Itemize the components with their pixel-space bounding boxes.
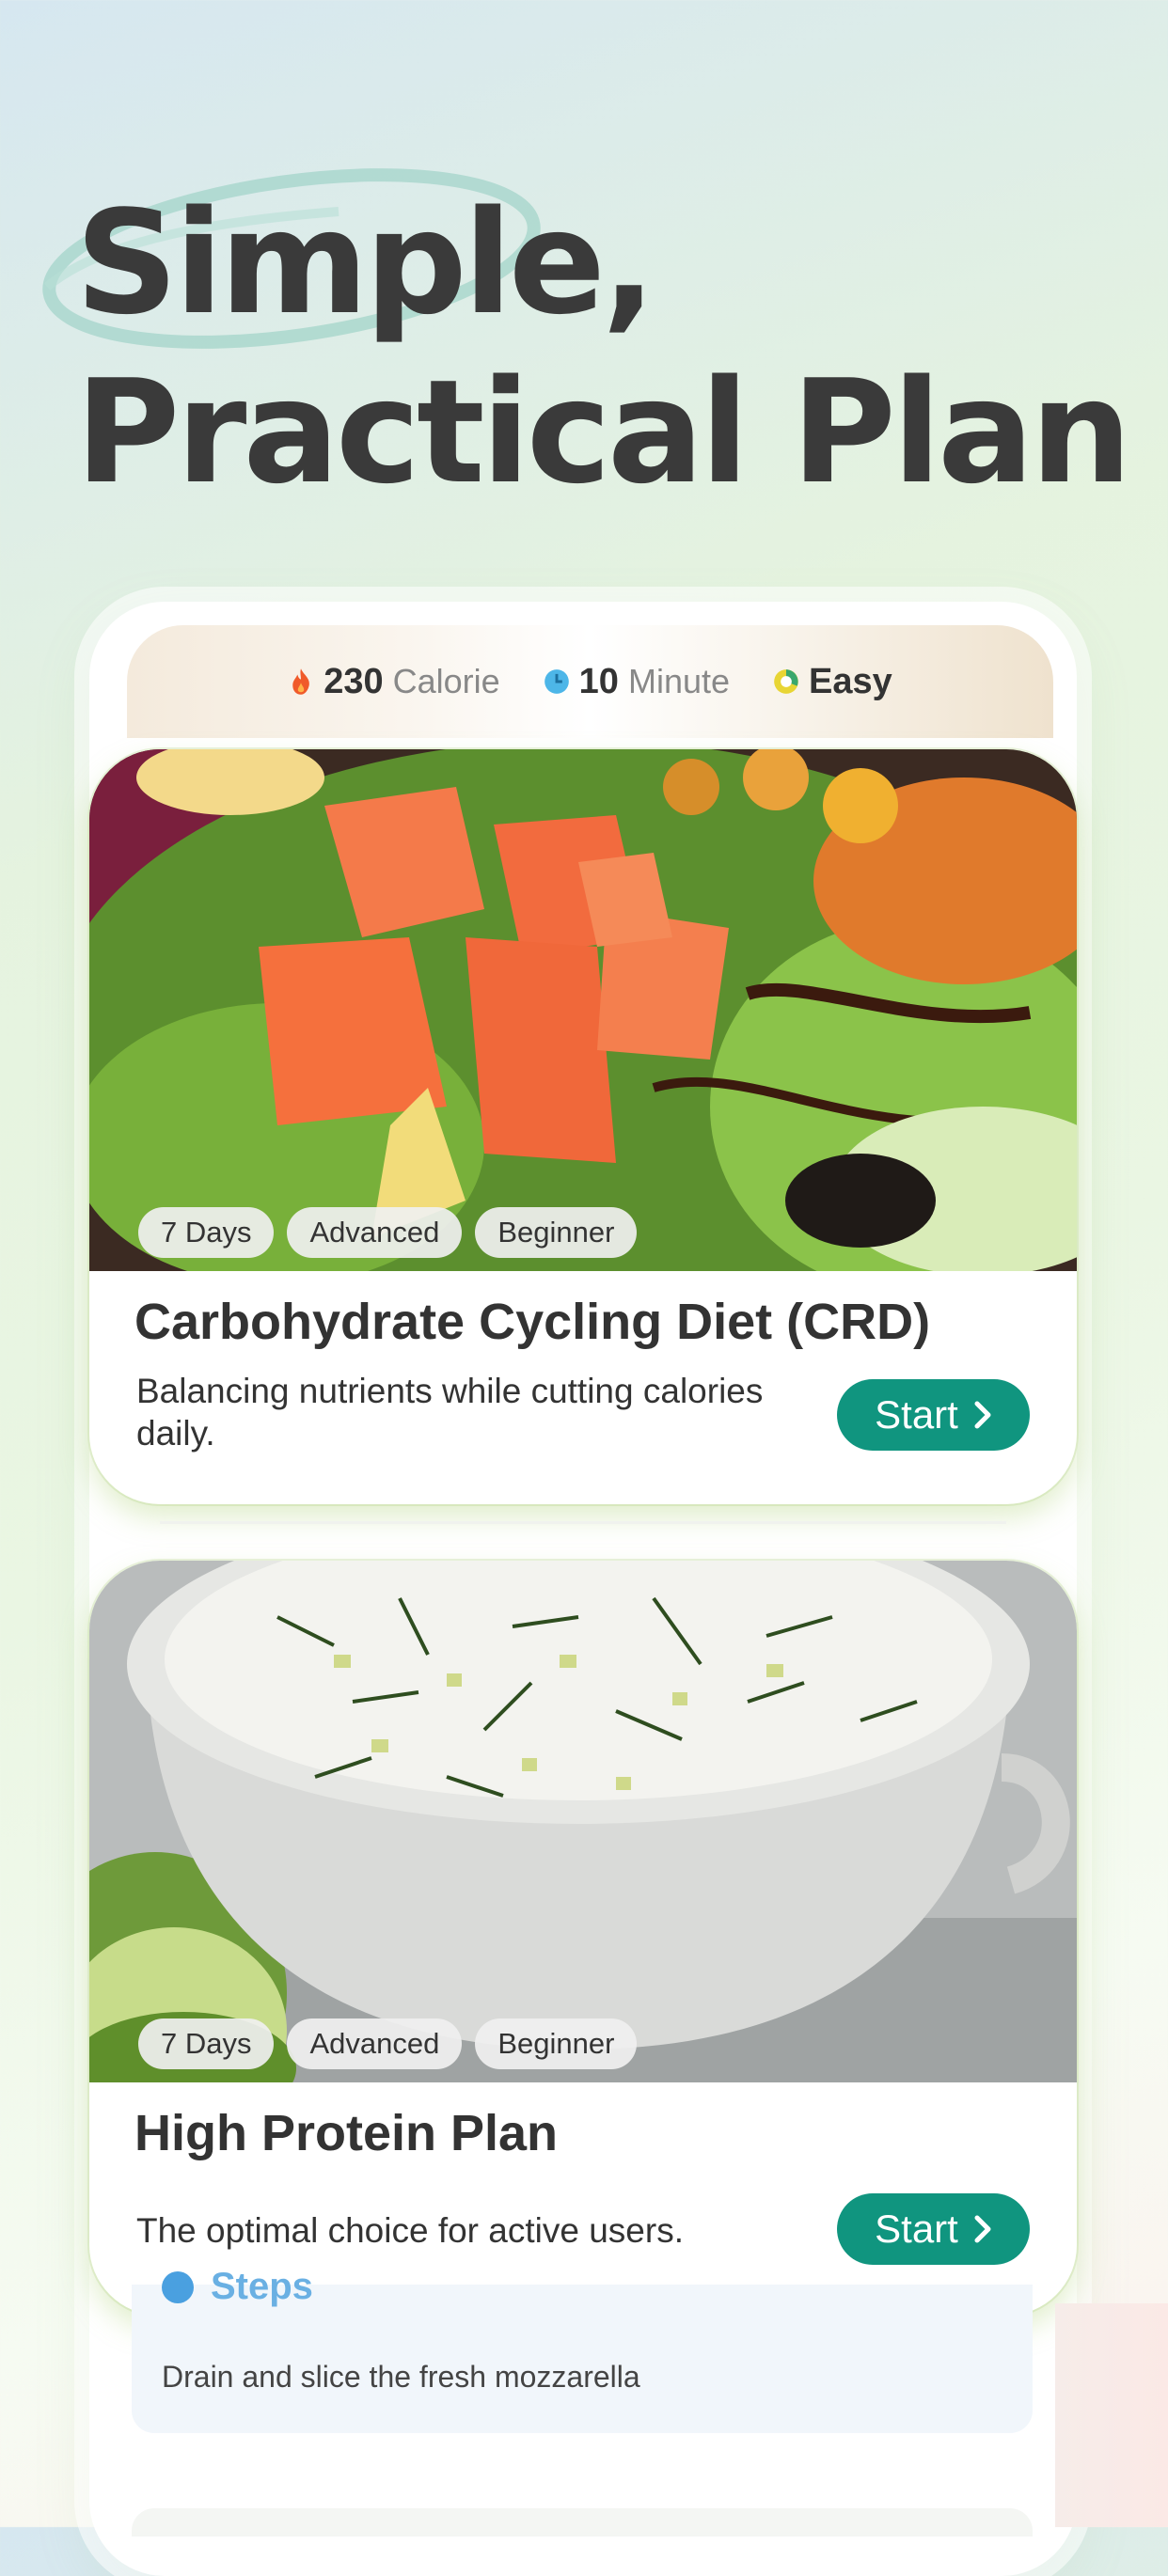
hero-title-line1: Simple,: [75, 180, 656, 346]
start-button-label: Start: [875, 1392, 958, 1437]
recipe-stats-bar: 230 Calorie 10 Minute Easy: [127, 625, 1053, 738]
yogurt-soup-photo: 7 Days Advanced Beginner: [89, 1561, 1077, 2082]
start-button-label: Start: [875, 2207, 958, 2251]
steps-heading-label: Steps: [211, 2266, 313, 2307]
calorie-value: 230: [324, 661, 384, 701]
gauge-icon: [774, 669, 798, 694]
calorie-label: Calorie: [392, 662, 500, 700]
difficulty-value: Easy: [809, 661, 892, 701]
start-button[interactable]: Start: [837, 2193, 1030, 2265]
side-decoration: [1055, 2303, 1168, 2527]
minute-value: 10: [578, 661, 619, 701]
steps-heading: Steps: [162, 2266, 313, 2308]
card-title: High Protein Plan: [134, 2105, 559, 2161]
steps-section: Steps Drain and slice the fresh mozzarel…: [132, 2266, 1033, 2433]
card-description: The optimal choice for active users.: [136, 2211, 684, 2250]
divider: [160, 1521, 1006, 1524]
card-tags: 7 Days Advanced Beginner: [138, 2018, 638, 2069]
hero-title-line2: Practical Plan: [75, 349, 1132, 515]
difficulty-stat: Easy: [773, 662, 892, 702]
tag-duration: 7 Days: [138, 1207, 275, 1258]
calorie-stat: 230 Calorie: [288, 661, 500, 702]
card-title: Carbohydrate Cycling Diet (CRD): [134, 1294, 931, 1350]
tag-level-advanced: Advanced: [287, 1207, 463, 1258]
step-text: Drain and slice the fresh mozzarella: [162, 2360, 640, 2394]
card-description: Balancing nutrients while cutting calori…: [136, 1372, 764, 1453]
chevron-right-icon: [974, 1401, 991, 1429]
salmon-salad-photo: 7 Days Advanced Beginner: [89, 749, 1077, 1271]
plan-card-high-protein[interactable]: 7 Days Advanced Beginner High Protein Pl…: [89, 1561, 1077, 2316]
card-tags: 7 Days Advanced Beginner: [138, 1207, 638, 1258]
plan-card-crd[interactable]: 7 Days Advanced Beginner Carbohydrate Cy…: [89, 749, 1077, 1504]
tag-duration: 7 Days: [138, 2018, 275, 2069]
clock-icon: [544, 669, 569, 694]
flame-icon: [292, 668, 310, 695]
minute-stat: 10 Minute: [544, 662, 730, 702]
next-section-edge: [132, 2508, 1033, 2537]
steps-bullet-icon: [162, 2270, 194, 2303]
chevron-right-icon: [974, 2215, 991, 2243]
tag-level-beginner: Beginner: [475, 1207, 638, 1258]
start-button[interactable]: Start: [837, 1379, 1030, 1451]
tag-level-beginner: Beginner: [475, 2018, 638, 2069]
tag-level-advanced: Advanced: [287, 2018, 463, 2069]
hero-title: Simple, Practical Plan: [75, 179, 1132, 517]
minute-label: Minute: [627, 662, 731, 700]
